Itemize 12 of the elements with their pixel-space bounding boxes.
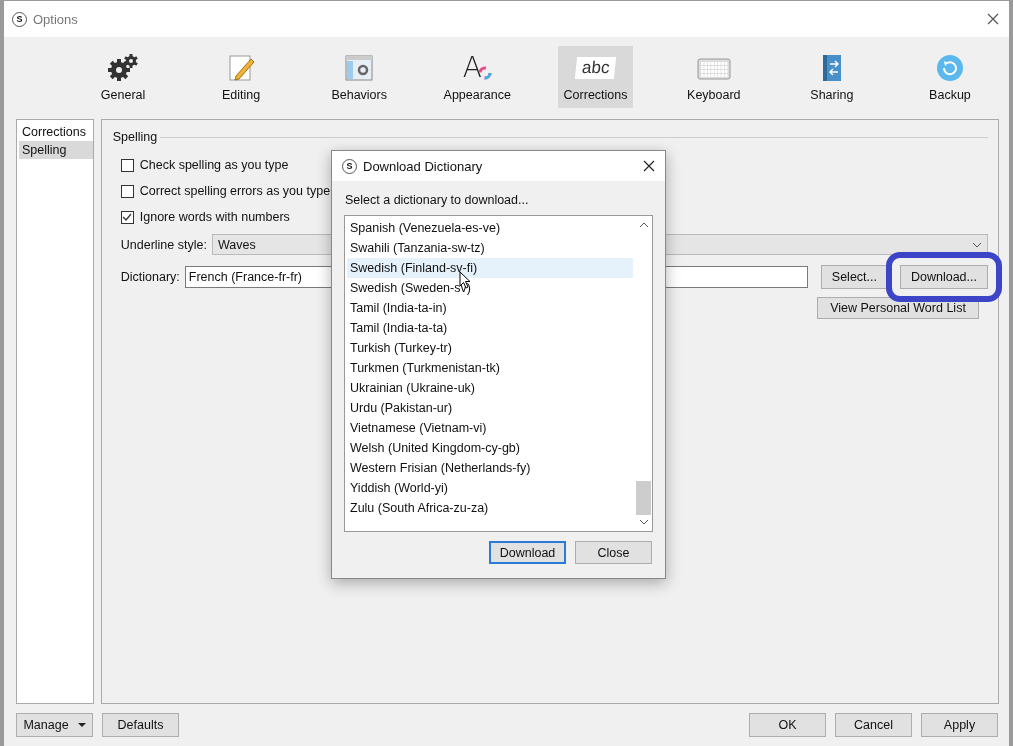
abc-card-icon: abc [574,57,617,79]
checkbox-label: Check spelling as you type [139,158,289,172]
app-logo-icon: S [342,158,357,174]
dialog-title: Download Dictionary [363,158,483,174]
checkbox-label: Correct spelling errors as you type [139,184,331,198]
window-title: Options [33,11,78,27]
field-label: Underline style: [120,237,207,252]
app-logo-icon: S [12,11,27,27]
section-title: Spelling [112,130,158,144]
dialog-prompt: Select a dictionary to download... [345,193,530,207]
field-label: Dictionary: [120,270,180,284]
checkbox-label: Ignore words with numbers [139,210,290,224]
